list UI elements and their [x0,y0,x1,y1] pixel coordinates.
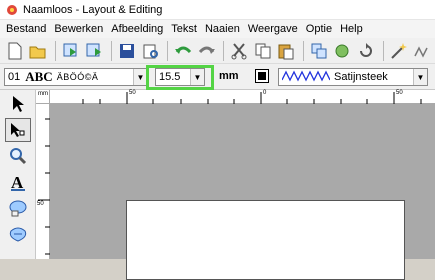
window-title: Naamloos - Layout & Editing [23,3,163,16]
title-bar: Naamloos - Layout & Editing [0,0,435,20]
chevron-down-icon[interactable]: ▼ [413,69,427,85]
undo-icon[interactable] [172,40,194,62]
menu-bewerken[interactable]: Bewerken [50,23,107,35]
toolbar-separator [223,40,225,61]
h-ruler-label: 50 [396,90,403,96]
redo-icon[interactable] [196,40,218,62]
menu-naaien[interactable]: Naaien [201,23,244,35]
toolbar-separator [111,40,113,61]
chevron-down-icon[interactable]: ▼ [190,69,204,85]
sew-type-select[interactable]: Satijnsteek ▼ [278,68,428,86]
text-size-value: 15.5 [159,71,181,83]
h-ruler-label: 0 [263,90,267,96]
text-icon[interactable]: A [5,170,31,194]
copy-icon[interactable] [252,40,274,62]
stitch-type-label: Satijnsteek [334,71,388,83]
thread-color-swatch[interactable] [255,69,269,83]
ruler-corner: mm [36,90,50,104]
toolbar-separator [167,40,169,61]
horizontal-ruler-ticks [82,92,422,104]
stamp-icon[interactable] [5,222,31,246]
duplicate-icon[interactable] [308,40,330,62]
menu-bestand[interactable]: Bestand [2,23,50,35]
ruler-unit-label: mm [38,91,48,97]
zoom-icon[interactable] [5,144,31,168]
font-sample: ÄBÖÓ©Ä [56,72,99,82]
menu-tekst[interactable]: Tekst [167,23,201,35]
color-fill [258,72,266,80]
group-icon[interactable] [332,40,354,62]
font-number: 01 [8,71,21,83]
toolbar-separator [55,40,57,61]
save-icon[interactable] [116,40,138,62]
chevron-down-icon[interactable]: ▼ [133,69,147,85]
menu-optie[interactable]: Optie [302,23,336,35]
menu-bar: Bestand Bewerken Afbeelding Tekst Naaien… [0,20,435,38]
main-toolbar [0,38,435,64]
size-unit-label: mm [219,70,239,82]
new-icon[interactable] [4,40,26,62]
satin-stitch-icon [281,70,331,85]
menu-afbeelding[interactable]: Afbeelding [107,23,167,35]
shape-icon[interactable] [5,196,31,220]
cut-icon[interactable] [228,40,250,62]
wizard-icon[interactable] [388,40,410,62]
font-preview: ABC [25,69,53,84]
svg-text:A: A [11,173,24,191]
v-ruler-label: 50 [37,201,44,207]
design-workspace[interactable] [50,104,435,280]
rotate-icon[interactable] [355,40,377,62]
point-edit-icon[interactable] [5,118,31,142]
font-select[interactable]: 01 ABC ÄBÖÓ©Ä ▼ [4,68,148,86]
text-size-select[interactable]: 15.5 ▼ [155,68,205,86]
toolbar-separator [382,40,384,61]
vertical-ruler: 50 [36,104,50,259]
design-page[interactable] [126,200,405,280]
toolbar-separator [303,40,305,61]
menu-weergave[interactable]: Weergave [244,23,302,35]
export-icon[interactable] [84,40,106,62]
h-ruler-label: 50 [129,90,136,96]
embroidery-app-icon [4,2,20,18]
open-icon[interactable] [28,40,50,62]
paste-icon[interactable] [276,40,298,62]
horizontal-ruler: 50 0 50 [50,90,435,104]
menu-help[interactable]: Help [336,23,367,35]
print-preview-icon[interactable] [140,40,162,62]
vertical-ruler-ticks [38,118,50,255]
stitch-icon[interactable] [411,40,433,62]
tool-palette: A [0,90,36,259]
select-arrow-icon[interactable] [5,92,31,116]
import-icon[interactable] [60,40,82,62]
